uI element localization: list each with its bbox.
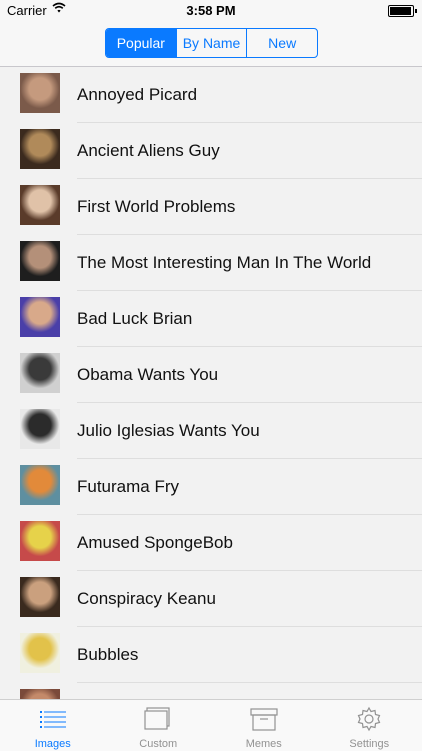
bubbles-thumbnail [20,633,60,673]
list-item-label: Futurama Fry [77,459,179,515]
meme-list[interactable]: Annoyed PicardAncient Aliens GuyFirst Wo… [0,67,422,699]
list-item-label: The Most Interesting Man In The World [77,235,371,291]
tab-custom[interactable]: Custom [106,700,212,751]
list-item[interactable]: The Most Interesting Man In The World [0,235,422,291]
futurama-fry-thumbnail [20,465,60,505]
stacked-pages-icon [143,706,173,732]
sort-segmented-control: Popular By Name New [105,28,318,58]
list-item[interactable]: Bubbles [0,627,422,683]
picard-thumbnail [20,73,60,113]
tab-images[interactable]: Images [0,700,106,751]
list-item-label: First World Problems [77,179,235,235]
segment-new[interactable]: New [247,29,317,57]
interesting-man-thumbnail [20,241,60,281]
tab-memes-label: Memes [211,738,317,750]
list-item[interactable]: Conspiracy Keanu [0,571,422,627]
tab-settings-label: Settings [317,738,422,750]
spongebob-thumbnail [20,521,60,561]
aliens-guy-thumbnail [20,129,60,169]
gear-icon [354,706,384,732]
obama-thumbnail [20,353,60,393]
list-item-label: Bad Luck Brian [77,291,192,347]
first-world-problems-thumbnail [20,185,60,225]
list-item-label: Amused SpongeBob [77,515,233,571]
list-item[interactable]: Ancient Aliens Guy [0,123,422,179]
list-item[interactable]: First World Problems [0,179,422,235]
tab-settings[interactable]: Settings [317,700,422,751]
list-item-label: Ancient Aliens Guy [77,123,220,179]
list-item-label: Obama Wants You [77,347,218,403]
segment-by-name[interactable]: By Name [177,29,248,57]
archive-box-icon [249,706,279,732]
list-item-label: Conspiracy Keanu [77,571,216,627]
list-item[interactable] [0,683,422,699]
partial-thumbnail [20,689,60,699]
list-item-label: Bubbles [77,627,138,683]
tab-custom-label: Custom [106,738,212,750]
julio-iglesias-thumbnail [20,409,60,449]
list-item[interactable]: Futurama Fry [0,459,422,515]
tab-images-label: Images [0,738,106,750]
list-item[interactable]: Bad Luck Brian [0,291,422,347]
list-item-label: Julio Iglesias Wants You [77,403,260,459]
tab-memes[interactable]: Memes [211,700,317,751]
list-item[interactable]: Annoyed Picard [0,67,422,123]
clock: 3:58 PM [0,3,422,18]
battery-icon [388,5,414,17]
conspiracy-keanu-thumbnail [20,577,60,617]
list-item[interactable]: Obama Wants You [0,347,422,403]
bad-luck-brian-thumbnail [20,297,60,337]
list-item[interactable]: Amused SpongeBob [0,515,422,571]
list-item-label: Annoyed Picard [77,67,197,123]
status-bar: Carrier 3:58 PM [0,0,422,22]
tab-bar: Images Custom Memes Settings [0,699,422,751]
list-item[interactable]: Julio Iglesias Wants You [0,403,422,459]
segment-popular[interactable]: Popular [106,29,177,57]
list-icon [38,706,68,732]
